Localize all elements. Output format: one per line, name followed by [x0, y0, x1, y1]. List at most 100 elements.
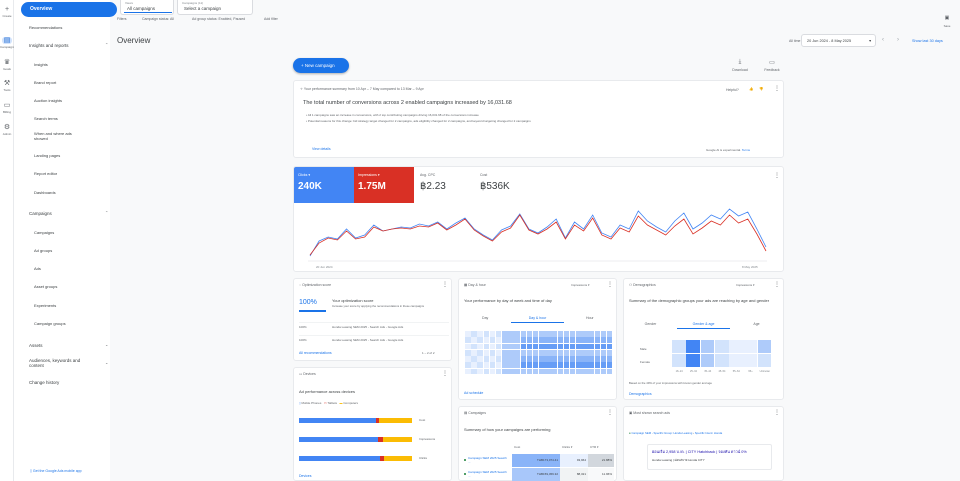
- search-ad-preview[interactable]: ผ่อนเริ่ม 2,958 บ./ด. | CITY Hatchback |…: [647, 444, 772, 470]
- device-bar-clicks[interactable]: [299, 456, 412, 461]
- nav-brand-report[interactable]: Brand report: [34, 80, 56, 85]
- rail-goals[interactable]: ♛ Goals: [0, 59, 14, 71]
- more-vert-icon[interactable]: ⋮: [774, 173, 780, 179]
- more-vert-icon[interactable]: ⋮: [774, 282, 780, 288]
- more-vert-icon[interactable]: ⋮: [607, 282, 613, 288]
- heatmap-cell: [489, 349, 496, 356]
- nav-overview[interactable]: Overview: [21, 2, 117, 17]
- campaign-row[interactable]: Campaign SEM 2025 Search ... THB173,074.…: [464, 454, 614, 467]
- add-filter[interactable]: Add filter: [264, 17, 278, 21]
- performance-line-chart: 20 Jun 2024 8 May 2025: [308, 208, 767, 269]
- tablet-icon: ▭: [323, 401, 327, 405]
- nav-recommendations[interactable]: Recommendations: [29, 25, 62, 30]
- tab-gender-age[interactable]: Gender & age: [677, 322, 730, 329]
- thumbs-up-icon[interactable]: 👍: [749, 87, 753, 91]
- tab-day-hour[interactable]: Day & hour: [511, 316, 564, 323]
- optimization-row[interactable]: 100% Honda Leasing SEM 2025 - Search Ads …: [299, 335, 449, 342]
- views-selector[interactable]: Views All campaigns: [120, 0, 174, 15]
- feedback-label[interactable]: Feedback: [760, 68, 784, 72]
- more-vert-icon[interactable]: ⋮: [607, 410, 613, 416]
- metric-cost[interactable]: Cost ฿536K: [476, 167, 536, 203]
- dayhour-metric-select[interactable]: Impressions ▾: [571, 283, 590, 287]
- heatmap-cell: [520, 331, 527, 337]
- more-vert-icon[interactable]: ⋮: [774, 410, 780, 416]
- demographics-link[interactable]: Demographics: [629, 392, 652, 396]
- col-ctr[interactable]: CTR ▾: [590, 445, 599, 449]
- nav-ads[interactable]: Ads: [34, 266, 41, 271]
- mobile-app-link[interactable]: ▯ Get the Google Ads mobile app: [30, 469, 82, 473]
- metric-clicks[interactable]: Clicks ▾ 240K: [294, 167, 354, 203]
- new-campaign-button[interactable]: + New campaign: [293, 58, 349, 73]
- show-last-30-days[interactable]: Show last 30 days: [912, 39, 943, 43]
- nav-insights[interactable]: Insights: [34, 62, 48, 67]
- demographics-metric-select[interactable]: Impressions ▾: [736, 283, 755, 287]
- device-bar-impressions[interactable]: [299, 437, 412, 442]
- nav-when-where[interactable]: When and where ads showed: [34, 131, 72, 141]
- nav-assets[interactable]: Assets: [29, 343, 43, 348]
- nav-campaigns-section[interactable]: Campaigns: [29, 211, 52, 216]
- rail-admin[interactable]: ⚙ Admin: [0, 124, 14, 136]
- ad-group-link[interactable]: Specific Intent: Honda: [695, 431, 722, 435]
- more-vert-icon[interactable]: ⋮: [774, 86, 780, 92]
- feedback-icon[interactable]: ▭: [762, 59, 782, 66]
- more-vert-icon[interactable]: ⋮: [442, 371, 448, 377]
- nav-auction-insights[interactable]: Auction insights: [34, 98, 62, 103]
- date-range-picker[interactable]: 20 Jun 2024 - 8 May 2025 ▾: [801, 34, 876, 47]
- legend-computer: Computers: [343, 401, 359, 405]
- filter-campaign-status[interactable]: Campaign status: All: [142, 17, 174, 21]
- nav-audiences[interactable]: Audiences, keywords and content: [29, 358, 80, 368]
- col-cost[interactable]: Cost: [514, 445, 520, 449]
- campaign-row[interactable]: Campaign SEM 2025 Search ... THB159,459.…: [464, 468, 614, 481]
- nav-dashboards[interactable]: Dashboards: [34, 190, 56, 195]
- chevron-up-icon[interactable]: ⌃: [105, 42, 108, 47]
- summary-bullet-2: • Potential reasons for this change: bid…: [306, 119, 531, 123]
- rail-tools[interactable]: ⚒ Tools: [0, 80, 14, 92]
- download-icon[interactable]: ⤓: [730, 59, 750, 66]
- ai-terms-link[interactable]: Terms: [742, 148, 750, 152]
- tab-age[interactable]: Age: [730, 322, 783, 329]
- tab-gender[interactable]: Gender: [624, 322, 677, 329]
- nav-ad-groups[interactable]: Ad groups: [34, 248, 52, 253]
- devices-link[interactable]: Devices: [299, 474, 311, 478]
- nav-report-editor[interactable]: Report editor: [34, 171, 57, 176]
- nav-campaigns[interactable]: Campaigns: [34, 230, 54, 235]
- device-metric-cost: Cost: [419, 418, 426, 422]
- rail-billing[interactable]: ▭ Billing: [0, 102, 14, 114]
- all-recommendations-link[interactable]: All recommendations: [299, 351, 332, 355]
- rail-create[interactable]: + Create: [0, 6, 14, 18]
- ad-campaign-link[interactable]: Campaign SEM - Specific Group: Honda Lea…: [631, 431, 692, 435]
- nav-asset-groups[interactable]: Asset groups: [34, 284, 57, 289]
- demographic-cell: [743, 354, 758, 368]
- tab-day[interactable]: Day: [459, 316, 511, 323]
- thumbs-down-icon[interactable]: 👎: [759, 87, 763, 91]
- date-next-icon[interactable]: ›: [897, 37, 899, 43]
- campaign-selector[interactable]: Campaigns (11) Select a campaign: [177, 0, 253, 15]
- col-clicks[interactable]: Clicks ▾: [562, 445, 572, 449]
- save-label[interactable]: Save: [940, 24, 954, 28]
- date-prev-icon[interactable]: ‹: [882, 37, 884, 43]
- view-details-link[interactable]: View details: [312, 147, 331, 151]
- chevron-down-icon[interactable]: ⌄: [105, 360, 108, 365]
- device-bar-cost[interactable]: [299, 418, 412, 423]
- chevron-down-icon[interactable]: ⌄: [105, 342, 108, 347]
- chevron-up-icon[interactable]: ⌃: [105, 210, 108, 215]
- more-vert-icon[interactable]: ⋮: [442, 282, 448, 288]
- metric-impressions[interactable]: Impressions ▾ 1.75M: [354, 167, 414, 203]
- nav-insights-reports[interactable]: Insights and reports: [29, 43, 69, 48]
- filter-adgroup-status[interactable]: Ad group status: Enabled, Paused: [192, 17, 245, 21]
- nav-change-history[interactable]: Change history: [29, 380, 59, 385]
- save-icon[interactable]: ▣: [940, 15, 954, 21]
- tab-hour[interactable]: Hour: [564, 316, 616, 323]
- rail-campaigns[interactable]: ▤ Campaigns: [0, 37, 15, 49]
- nav-search-terms[interactable]: Search terms: [34, 116, 58, 121]
- metric-avg-cpc[interactable]: Avg. CPC ฿2.23: [416, 167, 476, 203]
- campaigns-card-title: ▤ Campaigns: [464, 411, 486, 415]
- heatmap-cell: [588, 337, 594, 344]
- nav-campaign-groups[interactable]: Campaign groups: [34, 321, 66, 326]
- nav-experiments[interactable]: Experiments: [34, 303, 56, 308]
- heatmap-cell: [471, 356, 477, 362]
- ad-schedule-link[interactable]: Ad schedule: [464, 391, 483, 395]
- optimization-row[interactable]: 100% Honda Leasing SEM 2025 - Search Ads …: [299, 322, 449, 329]
- nav-landing-pages[interactable]: Landing pages: [34, 153, 60, 158]
- download-label[interactable]: Download: [728, 68, 752, 72]
